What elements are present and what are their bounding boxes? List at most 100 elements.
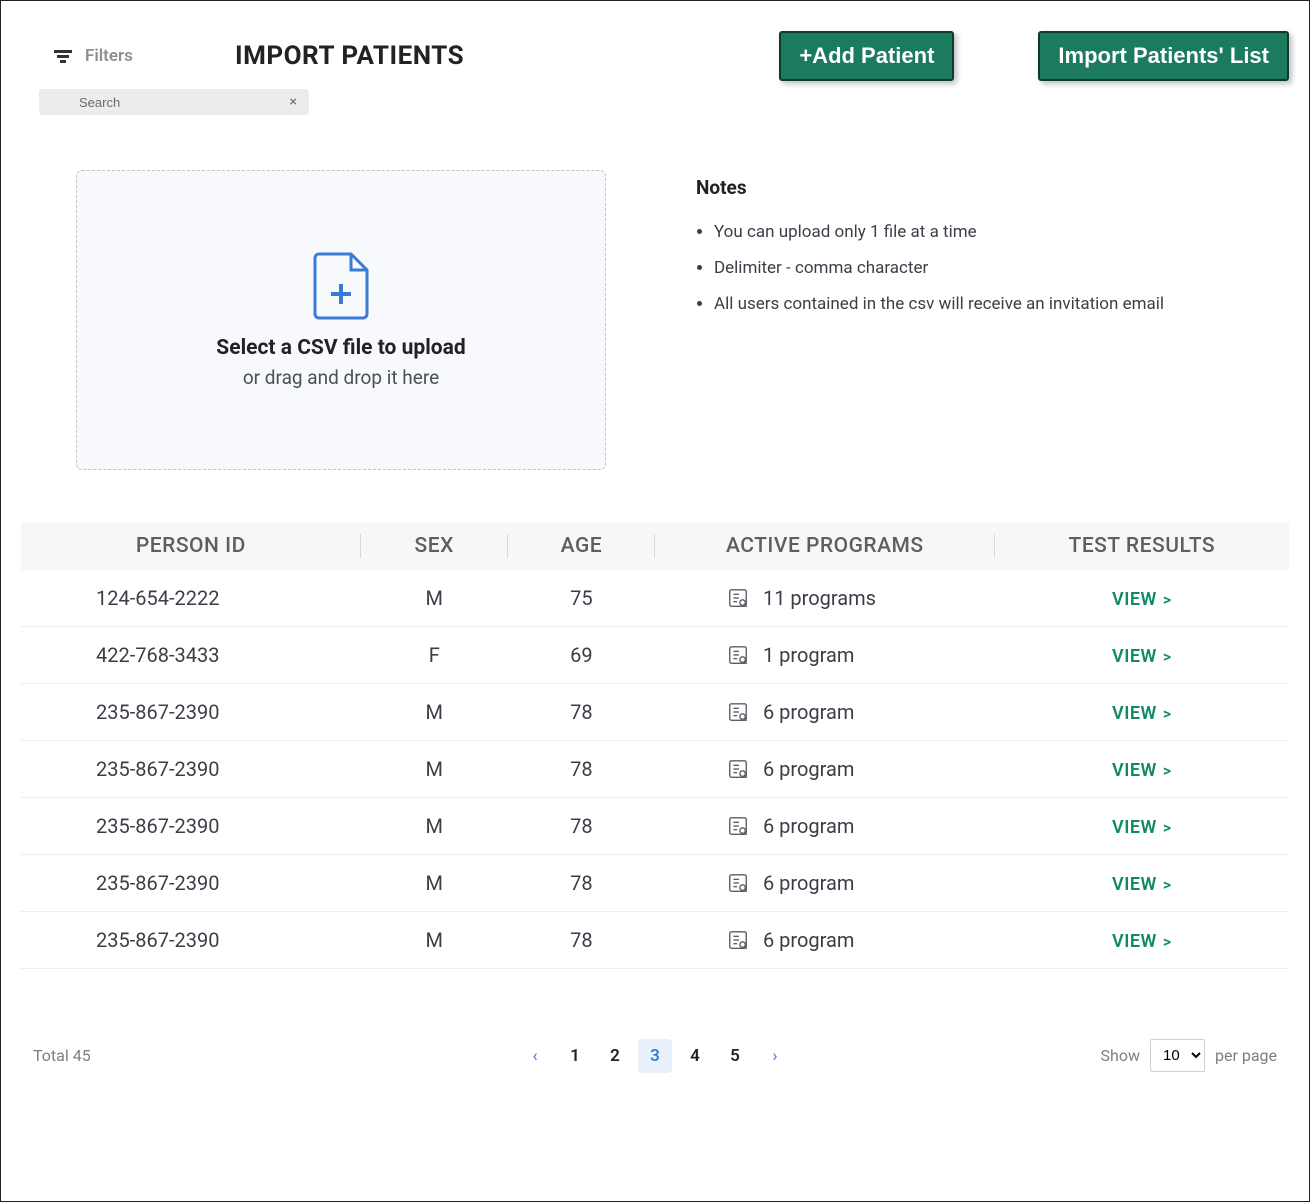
cell-person-id: 422-768-3433 <box>21 627 361 684</box>
import-patients-list-button[interactable]: Import Patients' List <box>1038 31 1289 81</box>
upload-subtitle: or drag and drop it here <box>243 366 439 389</box>
view-results-link[interactable]: VIEW> <box>1112 874 1172 895</box>
cell-age: 78 <box>508 741 655 798</box>
search-box: × <box>39 89 309 115</box>
cell-sex: M <box>361 741 508 798</box>
table-row: 235-867-2390 M 78 6 program VIEW> <box>21 912 1289 969</box>
notes-item: Delimiter - comma character <box>714 257 1269 281</box>
cell-test-results: VIEW> <box>995 912 1289 969</box>
table-row: 235-867-2390 M 78 6 program VIEW> <box>21 741 1289 798</box>
per-page-label: per page <box>1215 1046 1277 1065</box>
view-results-link[interactable]: VIEW> <box>1112 760 1172 781</box>
csv-upload-dropzone[interactable]: Select a CSV file to upload or drag and … <box>76 170 606 470</box>
programs-text: 6 program <box>763 700 854 724</box>
notes-item: You can upload only 1 file at a time <box>714 221 1269 245</box>
col-header-sex: SEX <box>361 522 508 570</box>
programs-text: 6 program <box>763 757 854 781</box>
cell-sex: M <box>361 798 508 855</box>
programs-icon <box>727 644 749 666</box>
cell-programs: 11 programs <box>655 570 995 627</box>
cell-test-results: VIEW> <box>995 798 1289 855</box>
page-title: IMPORT PATIENTS <box>235 41 464 71</box>
programs-icon <box>727 701 749 723</box>
cell-age: 69 <box>508 627 655 684</box>
page-prev[interactable]: ‹ <box>518 1039 552 1073</box>
cell-programs: 6 program <box>655 741 995 798</box>
view-results-link[interactable]: VIEW> <box>1112 703 1172 724</box>
col-header-test-results: TEST RESULTS <box>995 522 1289 570</box>
cell-test-results: VIEW> <box>995 741 1289 798</box>
view-results-link[interactable]: VIEW> <box>1112 817 1172 838</box>
cell-programs: 6 program <box>655 798 995 855</box>
cell-sex: F <box>361 627 508 684</box>
filters-control[interactable]: Filters <box>51 44 211 68</box>
cell-test-results: VIEW> <box>995 684 1289 741</box>
page-size-select[interactable]: 10 <box>1150 1039 1205 1072</box>
file-upload-icon <box>313 252 369 324</box>
upload-title: Select a CSV file to upload <box>216 336 465 360</box>
notes-panel: Notes You can upload only 1 file at a ti… <box>696 170 1269 470</box>
cell-person-id: 235-867-2390 <box>21 855 361 912</box>
cell-person-id: 235-867-2390 <box>21 912 361 969</box>
page-number-4[interactable]: 4 <box>678 1039 712 1073</box>
table-row: 235-867-2390 M 78 6 program VIEW> <box>21 855 1289 912</box>
cell-test-results: VIEW> <box>995 855 1289 912</box>
middle-section: Select a CSV file to upload or drag and … <box>76 170 1269 470</box>
col-header-person-id: PERSON ID <box>21 522 361 570</box>
table-row: 235-867-2390 M 78 6 program VIEW> <box>21 684 1289 741</box>
programs-icon <box>727 758 749 780</box>
cell-sex: M <box>361 570 508 627</box>
filter-icon <box>51 44 75 68</box>
page-number-2[interactable]: 2 <box>598 1039 632 1073</box>
cell-test-results: VIEW> <box>995 570 1289 627</box>
cell-person-id: 235-867-2390 <box>21 684 361 741</box>
view-results-link[interactable]: VIEW> <box>1112 589 1172 610</box>
cell-age: 75 <box>508 570 655 627</box>
search-input[interactable] <box>49 95 288 110</box>
cell-sex: M <box>361 684 508 741</box>
programs-text: 6 program <box>763 814 854 838</box>
programs-text: 11 programs <box>763 586 876 610</box>
add-patient-button[interactable]: +Add Patient <box>779 31 954 81</box>
cell-programs: 6 program <box>655 684 995 741</box>
programs-text: 6 program <box>763 928 854 952</box>
notes-item: All users contained in the csv will rece… <box>714 293 1269 317</box>
view-results-link[interactable]: VIEW> <box>1112 931 1172 952</box>
page-size-control: Show 10 per page <box>1101 1039 1277 1072</box>
cell-programs: 1 program <box>655 627 995 684</box>
page-number-3[interactable]: 3 <box>638 1039 672 1073</box>
page-next[interactable]: › <box>758 1039 792 1073</box>
table-row: 422-768-3433 F 69 1 program VIEW> <box>21 627 1289 684</box>
cell-person-id: 235-867-2390 <box>21 741 361 798</box>
cell-test-results: VIEW> <box>995 627 1289 684</box>
cell-age: 78 <box>508 798 655 855</box>
col-header-age: AGE <box>508 522 655 570</box>
cell-person-id: 124-654-2222 <box>21 570 361 627</box>
notes-title: Notes <box>696 176 1269 199</box>
notes-list: You can upload only 1 file at a time Del… <box>696 221 1269 316</box>
cell-programs: 6 program <box>655 855 995 912</box>
col-header-active-programs: ACTIVE PROGRAMS <box>655 522 995 570</box>
programs-icon <box>727 815 749 837</box>
programs-icon <box>727 929 749 951</box>
programs-text: 6 program <box>763 871 854 895</box>
page-root: Filters IMPORT PATIENTS +Add Patient Imp… <box>0 0 1310 1202</box>
page-number-1[interactable]: 1 <box>558 1039 592 1073</box>
pagination-bar: Total 45 ‹ 12345 › Show 10 per page <box>21 1039 1289 1072</box>
close-icon[interactable]: × <box>288 94 299 110</box>
view-results-link[interactable]: VIEW> <box>1112 646 1172 667</box>
search-row: × <box>39 89 1289 115</box>
cell-person-id: 235-867-2390 <box>21 798 361 855</box>
table-row: 235-867-2390 M 78 6 program VIEW> <box>21 798 1289 855</box>
cell-programs: 6 program <box>655 912 995 969</box>
page-number-5[interactable]: 5 <box>718 1039 752 1073</box>
cell-sex: M <box>361 912 508 969</box>
patients-table: PERSON ID SEX AGE ACTIVE PROGRAMS TEST R… <box>21 522 1289 969</box>
cell-age: 78 <box>508 684 655 741</box>
patients-table-wrap: PERSON ID SEX AGE ACTIVE PROGRAMS TEST R… <box>21 522 1289 969</box>
filters-label: Filters <box>85 46 133 66</box>
programs-icon <box>727 872 749 894</box>
topbar: Filters IMPORT PATIENTS +Add Patient Imp… <box>21 31 1289 81</box>
total-label: Total 45 <box>33 1046 91 1065</box>
programs-icon <box>727 587 749 609</box>
